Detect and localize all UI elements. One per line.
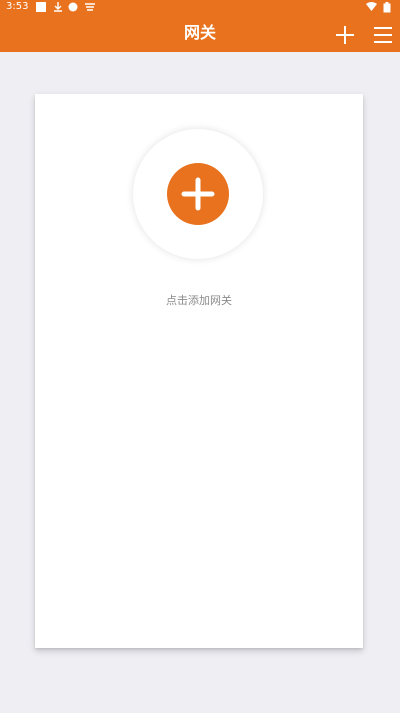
battery-icon [383, 2, 391, 18]
gateway-card: 点击添加网关 [35, 94, 363, 648]
status-bar: 3:53 [0, 0, 400, 14]
add-gateway-circle-button[interactable] [167, 163, 229, 225]
menu-icon [374, 27, 392, 43]
plus-icon [336, 26, 354, 44]
status-time: 3:53 [6, 1, 29, 12]
download-icon [53, 2, 63, 17]
add-gateway-hint: 点击添加网关 [166, 294, 232, 307]
add-gateway-circle [133, 129, 263, 259]
plus-circle-icon [181, 177, 215, 211]
wifi-icon [366, 2, 377, 17]
badge-icon [68, 2, 79, 17]
add-gateway-button[interactable] [332, 22, 358, 48]
square-icon [36, 2, 46, 17]
app-header: 3:53 网关 [0, 0, 400, 52]
notification-icon [84, 2, 96, 17]
menu-button[interactable] [370, 22, 396, 48]
